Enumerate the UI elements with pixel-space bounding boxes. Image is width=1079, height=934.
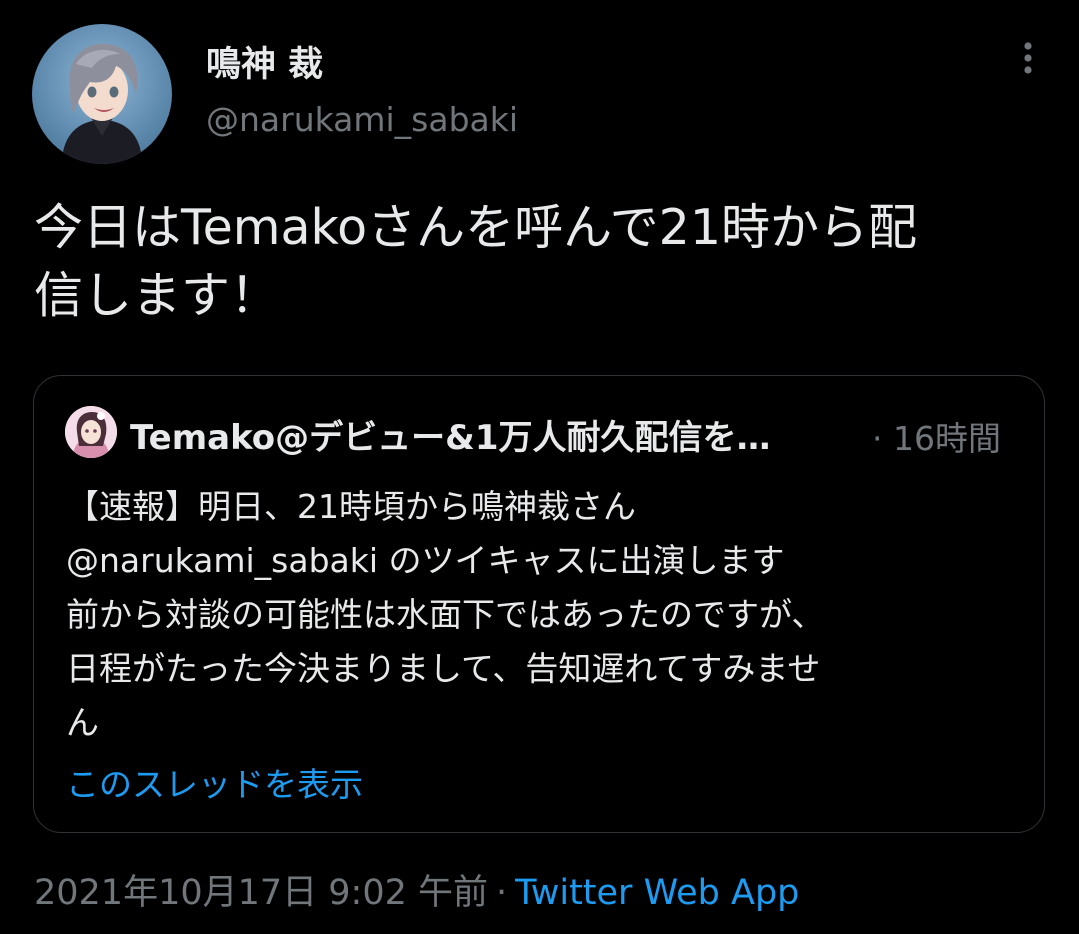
quoted-author-name: Temako@デビュー&1万人耐久配信を…: [130, 418, 771, 458]
quoted-timestamp: · 16時間: [872, 419, 1001, 458]
author-handle[interactable]: @narukami_sabaki: [206, 100, 518, 139]
tweet-text: 今日はTemakoさんを呼んで21時から配 信します！: [34, 194, 1054, 330]
avatar-illustration: [62, 43, 142, 164]
show-thread-link[interactable]: このスレッドを表示: [66, 758, 363, 806]
tweet-text-line: 信します！: [34, 267, 280, 324]
meta-separator: ·: [496, 873, 508, 913]
tweet-text-line: 今日はTemakoさんを呼んで21時から配: [34, 199, 918, 256]
quoted-text-line: ん: [66, 703, 99, 742]
quoted-tweet-text: 【速報】明日、21時頃から鳴神裁さん @narukami_sabaki のツイキ…: [66, 480, 1016, 750]
quoted-avatar-illustration: [65, 406, 117, 458]
more-vertical-icon: [1024, 42, 1032, 74]
quoted-text-line: 日程がたった今決まりまして、告知遅れてすみませ: [66, 649, 821, 688]
quoted-text-line: @narukami_sabaki のツイキャスに出演します: [66, 541, 785, 580]
source-app-link[interactable]: Twitter Web App: [515, 873, 799, 913]
quoted-author-avatar: [65, 406, 117, 458]
more-button[interactable]: [1008, 38, 1048, 78]
quoted-text-line: 【速報】明日、21時頃から鳴神裁さん: [66, 487, 636, 526]
quoted-tweet-card[interactable]: Temako@デビュー&1万人耐久配信を… · 16時間 【速報】明日、21時頃…: [33, 375, 1045, 833]
tweet-timestamp[interactable]: 2021年10月17日 9:02 午前: [34, 873, 488, 913]
author-name[interactable]: 鳴神 裁: [206, 36, 323, 87]
author-avatar[interactable]: [32, 24, 172, 164]
tweet-meta: 2021年10月17日 9:02 午前 · Twitter Web App: [34, 864, 799, 915]
quoted-text-line: 前から対談の可能性は水面下ではあったのですが、: [66, 595, 825, 634]
